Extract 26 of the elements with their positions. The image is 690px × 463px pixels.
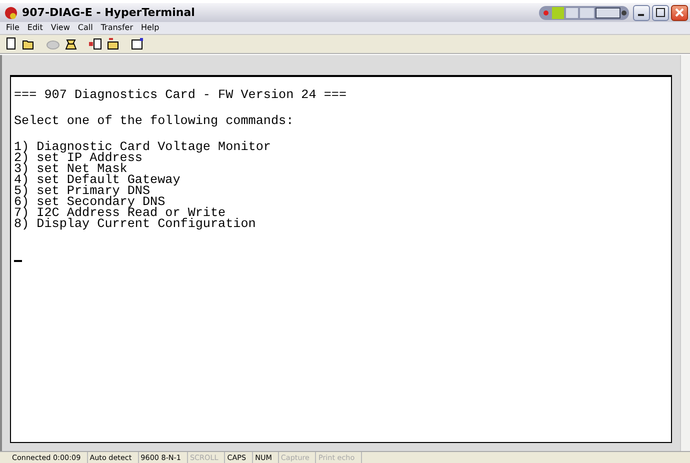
close-icon bbox=[675, 8, 684, 17]
toolbar-button[interactable] bbox=[4, 37, 18, 51]
text-cursor bbox=[14, 260, 22, 262]
maximize-button[interactable] bbox=[652, 4, 669, 20]
menu-item[interactable]: File bbox=[2, 22, 24, 34]
prompt-text: Select one of the following commands: bbox=[14, 116, 295, 127]
menu-item[interactable]: Transfer bbox=[96, 22, 137, 34]
command-option: 3) set Net Mask bbox=[14, 164, 668, 175]
menu-item[interactable]: Edit bbox=[23, 22, 47, 34]
command-option: 4) set Default Gateway bbox=[14, 175, 668, 186]
command-option: 1) Diagnostic Card Voltage Monitor bbox=[14, 142, 668, 153]
minimize-button[interactable] bbox=[633, 4, 650, 20]
close-button[interactable] bbox=[671, 4, 688, 20]
menu-item[interactable]: View bbox=[46, 22, 74, 34]
command-option: 2) set IP Address bbox=[14, 153, 668, 164]
command-option: 7) I2C Address Read or Write bbox=[14, 208, 668, 219]
new-icon bbox=[4, 37, 18, 51]
maximize-icon bbox=[656, 8, 665, 17]
window-title: 907-DIAG-E - HyperTerminal bbox=[22, 6, 196, 19]
command-option: 8) Display Current Configuration bbox=[14, 219, 668, 230]
menu-item[interactable]: Call bbox=[74, 22, 97, 34]
command-option: 6) set Secondary DNS bbox=[14, 197, 668, 208]
banner-text: === 907 Diagnostics Card - FW Version 24 === bbox=[14, 90, 348, 101]
command-option: 5) set Primary DNS bbox=[14, 186, 668, 197]
scrollbar[interactable] bbox=[680, 55, 690, 451]
menu-item[interactable]: Help bbox=[136, 22, 164, 34]
